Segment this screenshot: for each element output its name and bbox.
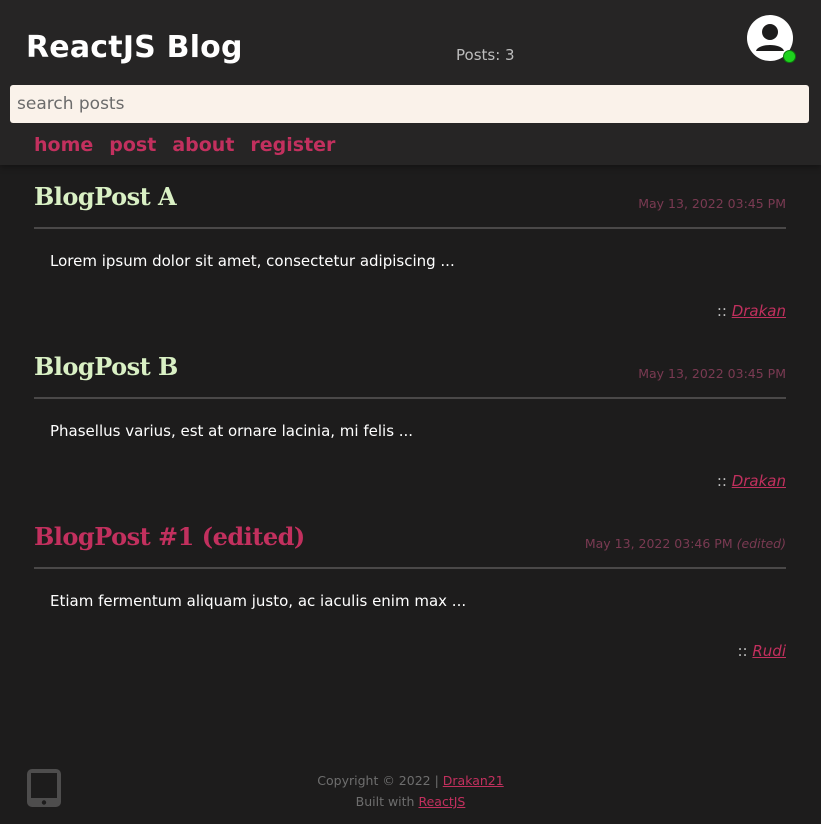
built-with-text: Built with [355,794,415,809]
copyright-line: Copyright © 2022 | Drakan21 [0,770,821,791]
post-excerpt: Lorem ipsum dolor sit amet, consectetur … [50,252,455,270]
copyright-text: Copyright © 2022 | [317,773,439,788]
nav-register[interactable]: register [250,134,335,156]
post-divider [34,397,786,399]
site-header: ReactJS Blog Posts: 3 home post about re… [0,0,821,165]
post-date-text: May 13, 2022 03:46 PM [584,536,733,551]
nav-about[interactable]: about [172,134,234,156]
author-prefix: :: [716,472,727,490]
post-date: May 13, 2022 03:46 PM (edited) [585,536,786,551]
edited-label: (edited) [736,536,786,551]
post-date-text: May 13, 2022 03:45 PM [638,366,786,381]
post-title[interactable]: BlogPost A [34,182,177,211]
post-date: May 13, 2022 03:45 PM [638,196,786,211]
posts-count: Posts: 3 [456,46,515,64]
reactjs-link[interactable]: ReactJS [418,794,465,809]
online-status-indicator [783,50,796,63]
post-author: :: Drakan [717,302,786,320]
nav-home[interactable]: home [34,134,93,156]
search-input[interactable] [10,85,809,123]
author-link[interactable]: Drakan [732,472,786,490]
copyright-link[interactable]: Drakan21 [443,773,504,788]
author-prefix: :: [737,642,748,660]
post-divider [34,567,786,569]
post-divider [34,227,786,229]
main-nav: home post about register [34,134,335,156]
author-link[interactable]: Drakan [732,302,786,320]
author-link[interactable]: Rudi [752,642,786,660]
post-date: May 13, 2022 03:45 PM [638,366,786,381]
post-author: :: Drakan [717,472,786,490]
author-prefix: :: [716,302,727,320]
nav-post[interactable]: post [109,134,156,156]
post-excerpt: Phasellus varius, est at ornare lacinia,… [50,422,414,440]
site-footer: Copyright © 2022 | Drakan21 Built with R… [0,770,821,812]
built-with-line: Built with ReactJS [0,791,821,812]
post-author: :: Rudi [737,642,786,660]
post-title[interactable]: BlogPost B [34,352,178,381]
post-excerpt: Etiam fermentum aliquam justo, ac iaculi… [50,592,467,610]
site-title[interactable]: ReactJS Blog [26,30,243,65]
post-title[interactable]: BlogPost #1 (edited) [34,522,305,551]
post-date-text: May 13, 2022 03:45 PM [638,196,786,211]
